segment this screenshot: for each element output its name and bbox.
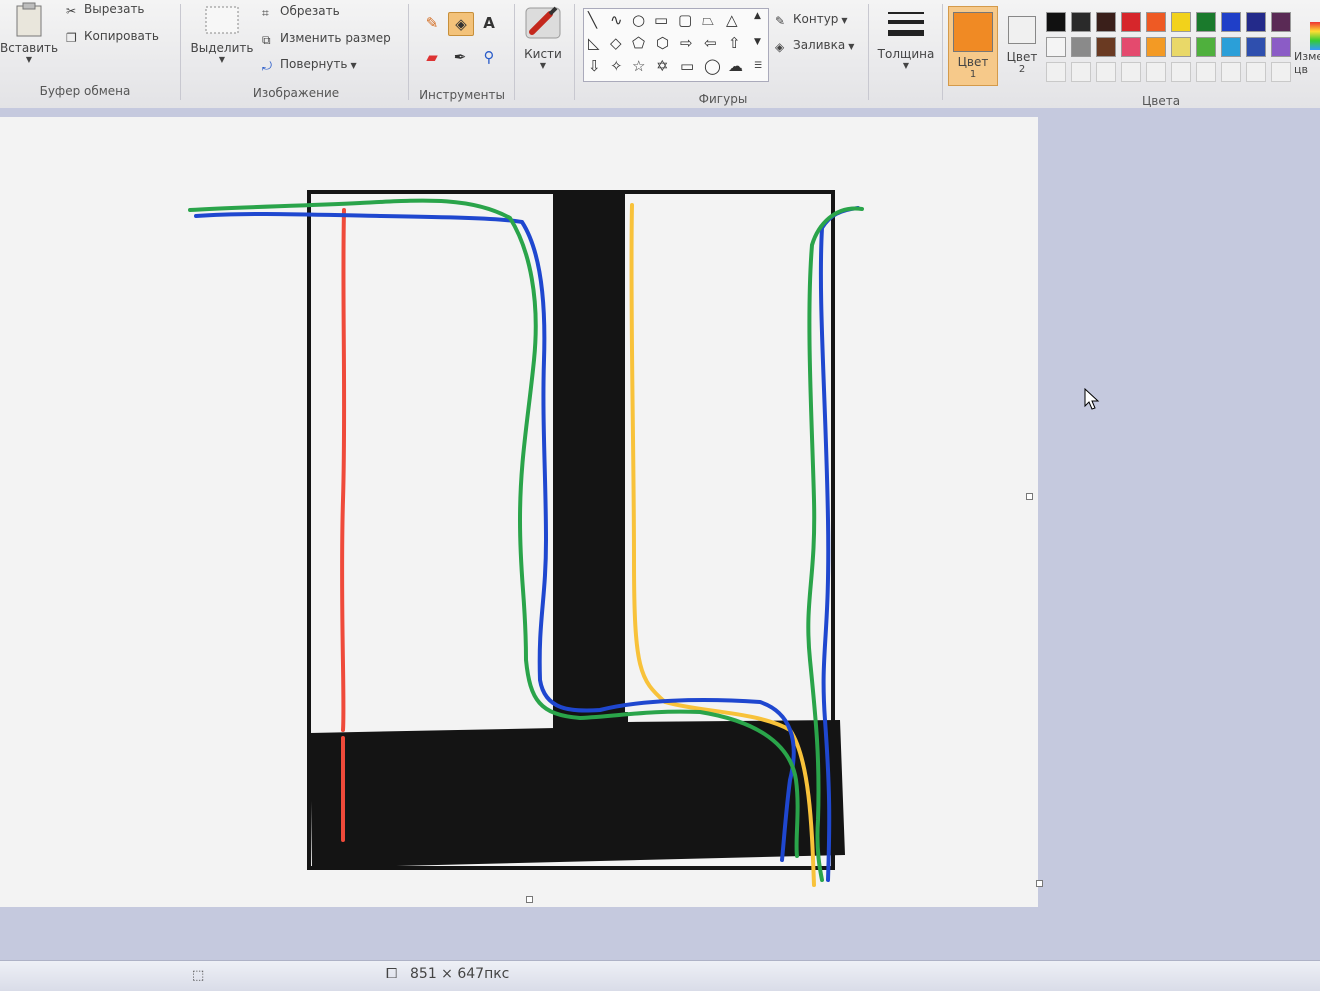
vertical-bar bbox=[553, 193, 625, 733]
drawing-canvas[interactable] bbox=[0, 0, 1320, 960]
red-path bbox=[340, 208, 347, 842]
status-bar: ⬚ ⧠ 851 × 647пкс bbox=[0, 960, 1320, 991]
canvas-dimensions: 851 × 647пкс bbox=[410, 966, 510, 982]
mouse-cursor-icon bbox=[1084, 388, 1100, 410]
canvas-size-icon: ⧠ bbox=[386, 966, 398, 982]
selection-icon: ⬚ bbox=[192, 968, 205, 983]
